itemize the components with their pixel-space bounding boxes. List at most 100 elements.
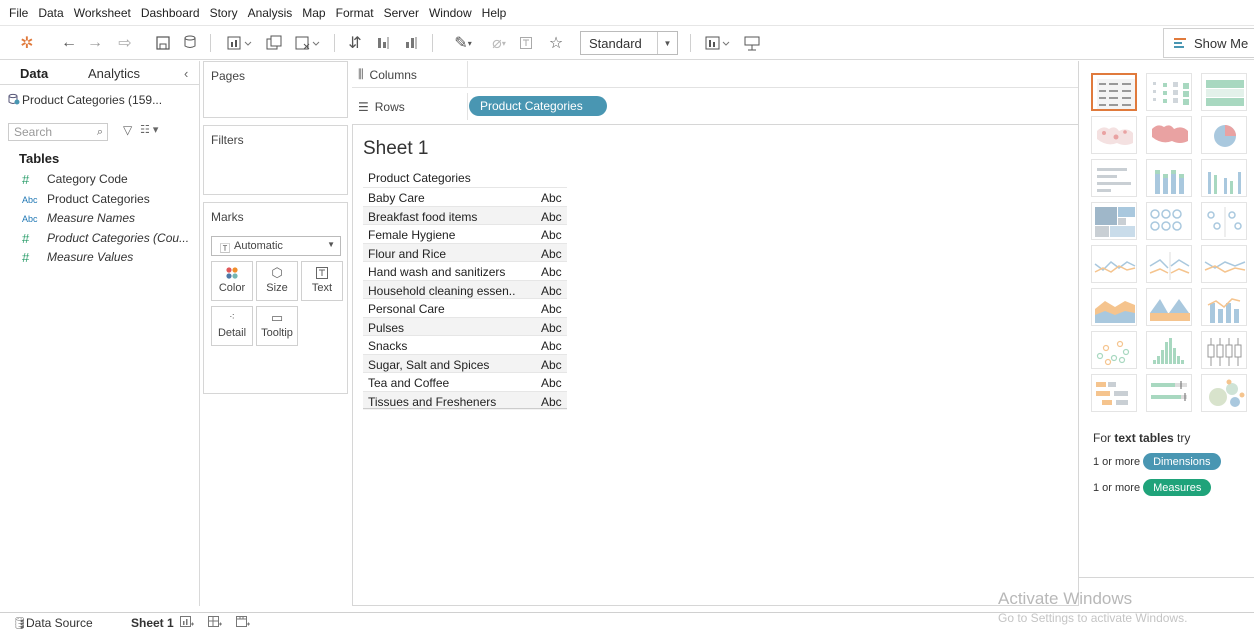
text-button[interactable]: Text: [301, 261, 343, 301]
show-me-gantt-chart[interactable]: [1091, 374, 1137, 412]
show-me-pie-chart[interactable]: [1201, 116, 1247, 154]
show-me-discrete-lines[interactable]: [1146, 245, 1192, 283]
sort-ascending-icon[interactable]: [372, 26, 396, 60]
show-me-highlight-table[interactable]: [1201, 73, 1247, 111]
rows-pill-product-categories[interactable]: Product Categories: [469, 96, 607, 116]
row-value: Abc: [541, 376, 562, 390]
show-me-continuous-lines[interactable]: [1091, 245, 1137, 283]
show-labels-icon[interactable]: [516, 26, 536, 60]
menu-item-window[interactable]: Window: [424, 6, 477, 20]
show-me-dual-combination[interactable]: [1201, 288, 1247, 326]
show-me-stacked-bars[interactable]: [1146, 159, 1192, 197]
tab-analytics[interactable]: Analytics: [88, 66, 140, 81]
back-arrow-icon[interactable]: ←: [58, 26, 80, 60]
tab-sheet-1[interactable]: Sheet 1: [131, 616, 174, 630]
table-row[interactable]: Sugar, Salt and Spices Abc: [363, 353, 567, 373]
menu-item-worksheet[interactable]: Worksheet: [69, 6, 136, 20]
fit-select[interactable]: Standard ▼: [580, 31, 678, 55]
show-me-text-table[interactable]: [1091, 73, 1137, 111]
tab-data[interactable]: Data: [20, 66, 48, 81]
table-row[interactable]: Baby Care Abc: [363, 187, 567, 206]
menu-item-server[interactable]: Server: [379, 6, 424, 20]
new-story-tab-icon[interactable]: [236, 616, 250, 632]
duplicate-sheet-icon[interactable]: [262, 26, 286, 60]
pages-shelf[interactable]: Pages: [203, 61, 348, 118]
menu-item-file[interactable]: File: [4, 6, 33, 20]
new-datasource-icon[interactable]: [180, 26, 202, 60]
rows-shelf[interactable]: ☰ Rows Product Categories: [352, 93, 1079, 120]
show-me-area-continuous[interactable]: [1091, 288, 1137, 326]
table-row[interactable]: Household cleaning essen.. Abc: [363, 279, 567, 299]
field-item[interactable]: # Measure Values: [0, 249, 200, 267]
filter-icon[interactable]: ▽: [123, 123, 132, 137]
collapse-pane-icon[interactable]: ‹: [184, 66, 188, 81]
column-header[interactable]: Product Categories: [368, 171, 471, 185]
pin-icon[interactable]: ☆: [546, 26, 566, 60]
sort-descending-icon[interactable]: [400, 26, 424, 60]
table-row[interactable]: Flour and Rice Abc: [363, 242, 567, 262]
tab-data-source[interactable]: Data Source: [26, 616, 93, 630]
group-icon[interactable]: ⌀ ▾: [484, 26, 514, 60]
show-me-packed-bubbles[interactable]: [1201, 374, 1247, 412]
show-me-circle-views[interactable]: [1146, 202, 1192, 240]
show-me-filled-map[interactable]: [1146, 116, 1192, 154]
menu-item-story[interactable]: Story: [205, 6, 243, 20]
forward-arrow-icon[interactable]: →: [84, 26, 106, 60]
show-me-dual-lines[interactable]: [1201, 245, 1247, 283]
search-placeholder: Search: [14, 125, 53, 139]
clear-sheet-icon[interactable]: [290, 26, 326, 60]
presentation-mode-icon[interactable]: [740, 26, 764, 60]
mark-type-select[interactable]: 🅃 Automatic ▼: [211, 236, 341, 256]
show-me-side-by-side-bars[interactable]: [1201, 159, 1247, 197]
worksheet-view[interactable]: Sheet 1 Product Categories Baby Care Abc B…: [352, 124, 1079, 606]
table-row[interactable]: Hand wash and sanitizers Abc: [363, 261, 567, 280]
menu-item-dashboard[interactable]: Dashboard: [136, 6, 205, 20]
table-row[interactable]: Tea and Coffee Abc: [363, 372, 567, 391]
sheet-title[interactable]: Sheet 1: [363, 138, 429, 160]
color-button[interactable]: Color: [211, 261, 253, 301]
view-options-icon[interactable]: ☷ ▾: [140, 123, 158, 136]
table-row[interactable]: Tissues and Fresheners Abc: [363, 390, 567, 410]
new-worksheet-tab-icon[interactable]: [180, 616, 194, 632]
datasource-name[interactable]: Product Categories (159...: [22, 93, 162, 107]
show-cards-icon[interactable]: [700, 26, 736, 60]
new-worksheet-icon[interactable]: [222, 26, 258, 60]
table-row[interactable]: Female Hygiene Abc: [363, 224, 567, 243]
show-me-side-by-side-circles[interactable]: [1201, 202, 1247, 240]
search-input[interactable]: Search ⌕: [8, 123, 108, 141]
save-icon[interactable]: [152, 26, 174, 60]
field-item[interactable]: Abc Product Categories: [0, 191, 200, 209]
menu-item-help[interactable]: Help: [477, 6, 512, 20]
filters-shelf[interactable]: Filters: [203, 125, 348, 195]
highlight-icon[interactable]: ✎ ▾: [446, 26, 480, 60]
new-dashboard-tab-icon[interactable]: [208, 616, 222, 632]
show-me-horizontal-bars[interactable]: [1091, 159, 1137, 197]
show-me-scatter-plot[interactable]: [1091, 331, 1137, 369]
menu-item-format[interactable]: Format: [331, 6, 379, 20]
show-me-box-whisker[interactable]: [1201, 331, 1247, 369]
show-me-button[interactable]: Show Me: [1163, 28, 1254, 58]
table-row[interactable]: Personal Care Abc: [363, 298, 567, 317]
redo-icon[interactable]: ⇨: [110, 26, 140, 60]
show-me-area-discrete[interactable]: [1146, 288, 1192, 326]
menu-item-analysis[interactable]: Analysis: [243, 6, 298, 20]
table-row[interactable]: Snacks Abc: [363, 335, 567, 354]
tooltip-button[interactable]: ▭ Tooltip: [256, 306, 298, 346]
show-me-symbol-map[interactable]: [1091, 116, 1137, 154]
show-me-bullet-graph[interactable]: [1146, 374, 1192, 412]
detail-button[interactable]: ⁖ Detail: [211, 306, 253, 346]
columns-shelf[interactable]: ⫼ Columns: [352, 61, 1079, 88]
field-item[interactable]: # Product Categories (Cou...: [0, 230, 200, 248]
menu-item-map[interactable]: Map: [297, 6, 330, 20]
table-row[interactable]: Pulses Abc: [363, 316, 567, 336]
show-me-heat-map[interactable]: [1146, 73, 1192, 111]
size-button[interactable]: ⬡ Size: [256, 261, 298, 301]
show-me-histogram[interactable]: [1146, 331, 1192, 369]
tableau-logo-icon[interactable]: ✲: [14, 26, 40, 60]
show-me-treemap[interactable]: [1091, 202, 1137, 240]
swap-rows-columns-icon[interactable]: ⇵: [343, 26, 367, 60]
menu-item-data[interactable]: Data: [33, 6, 68, 20]
table-row[interactable]: Breakfast food items Abc: [363, 205, 567, 225]
field-item[interactable]: Abc Measure Names: [0, 210, 200, 228]
field-item[interactable]: # Category Code: [0, 171, 200, 189]
